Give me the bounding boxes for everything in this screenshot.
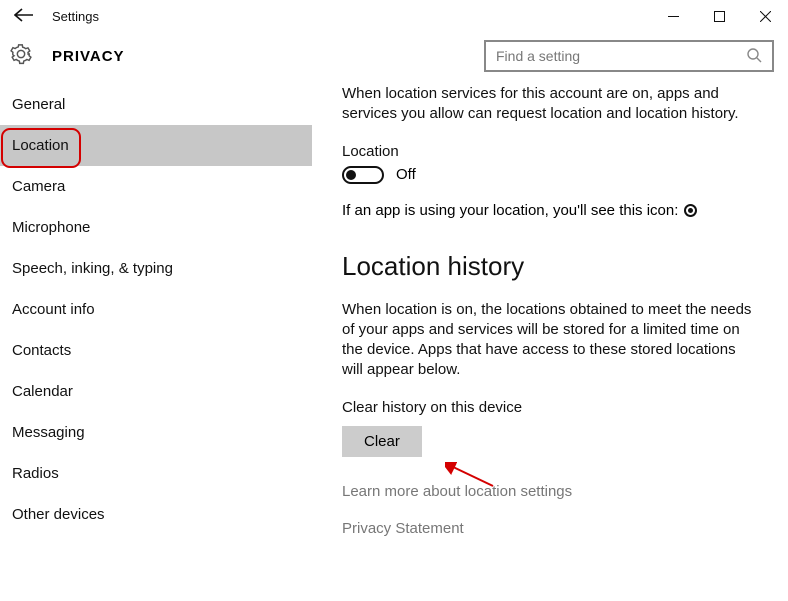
sidebar: General Location Camera Microphone Speec… [0,78,312,601]
sidebar-item-label: Contacts [12,342,71,359]
sidebar-item-label: General [12,96,65,113]
location-toggle-row: Off [342,166,760,184]
icon-line-text: If an app is using your location, you'll… [342,202,678,219]
clear-history-label: Clear history on this device [342,399,760,416]
sidebar-item-label: Messaging [12,424,85,441]
toggle-state: Off [396,166,416,183]
privacy-statement-link[interactable]: Privacy Statement [342,520,760,537]
location-label: Location [342,143,760,160]
location-indicator-icon [684,204,697,217]
sidebar-item-label: Other devices [12,506,105,523]
sidebar-item-speech-inking-typing[interactable]: Speech, inking, & typing [0,248,312,289]
titlebar-left: Settings [0,6,99,27]
sidebar-item-account-info[interactable]: Account info [0,289,312,330]
location-toggle[interactable] [342,166,384,184]
sidebar-item-label: Calendar [12,383,73,400]
back-icon[interactable] [14,6,34,27]
location-icon-line: If an app is using your location, you'll… [342,202,760,219]
title-bar: Settings [0,0,788,32]
history-paragraph: When location is on, the locations obtai… [342,300,760,381]
learn-more-label: Learn more about location settings [342,483,572,500]
body-area: General Location Camera Microphone Speec… [0,78,788,601]
toggle-knob [346,170,356,180]
minimize-button[interactable] [650,1,696,31]
sidebar-item-calendar[interactable]: Calendar [0,371,312,412]
clear-button[interactable]: Clear [342,426,422,457]
search-icon [746,47,762,66]
sidebar-item-microphone[interactable]: Microphone [0,207,312,248]
sidebar-item-camera[interactable]: Camera [0,166,312,207]
sidebar-item-messaging[interactable]: Messaging [0,412,312,453]
gear-icon [10,43,32,70]
sidebar-item-label: Speech, inking, & typing [12,260,173,277]
close-button[interactable] [742,1,788,31]
location-history-heading: Location history [342,251,760,282]
sidebar-item-general[interactable]: General [0,84,312,125]
window-title: Settings [52,9,99,24]
header-row: PRIVACY Find a setting [0,32,788,78]
sidebar-item-label: Location [12,137,69,154]
page-title: PRIVACY [52,48,125,65]
sidebar-item-other-devices[interactable]: Other devices [0,494,312,535]
clear-button-label: Clear [364,433,400,450]
intro-paragraph: When location services for this account … [342,84,760,125]
sidebar-item-label: Microphone [12,219,90,236]
search-input[interactable]: Find a setting [484,40,774,72]
window-controls [650,1,788,31]
maximize-button[interactable] [696,1,742,31]
content-area: When location services for this account … [312,78,788,601]
privacy-statement-label: Privacy Statement [342,520,464,537]
sidebar-item-contacts[interactable]: Contacts [0,330,312,371]
sidebar-item-radios[interactable]: Radios [0,453,312,494]
sidebar-item-location[interactable]: Location [0,125,312,166]
sidebar-item-label: Radios [12,465,59,482]
search-placeholder: Find a setting [496,48,580,64]
header-left: PRIVACY [10,43,125,70]
sidebar-item-label: Camera [12,178,65,195]
sidebar-item-label: Account info [12,301,95,318]
learn-more-link[interactable]: Learn more about location settings [342,483,760,500]
